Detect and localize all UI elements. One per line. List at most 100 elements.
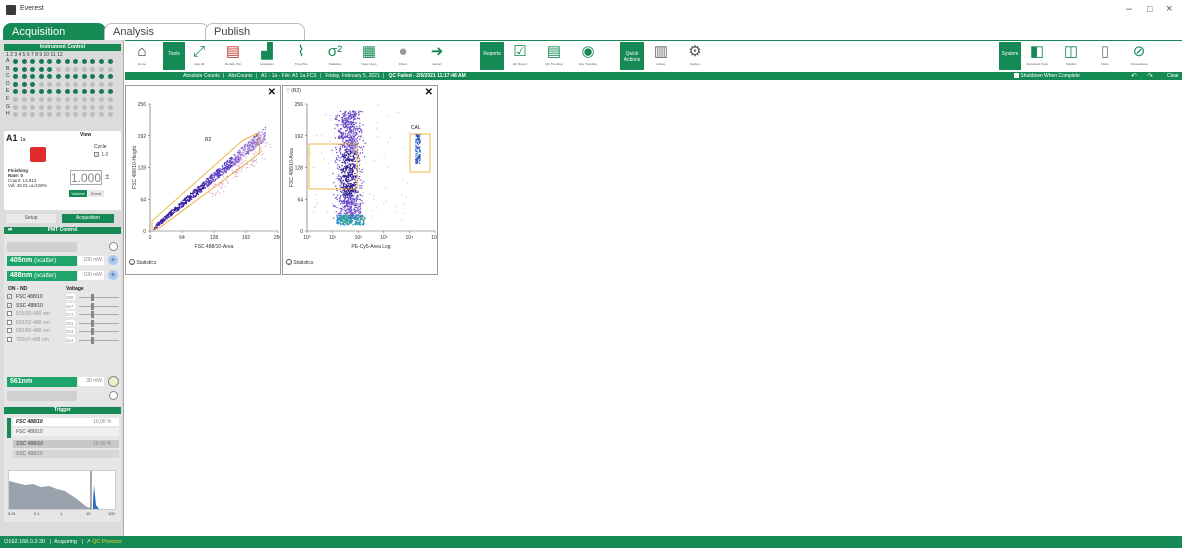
well-F4[interactable] bbox=[38, 97, 44, 102]
well-H5[interactable] bbox=[47, 112, 53, 118]
ribbon-temperature[interactable]: ⊘ Temperature bbox=[1127, 42, 1151, 71]
ribbon-view-comp[interactable]: ▦ View Comp bbox=[357, 42, 381, 71]
laser-561-power[interactable]: 30 mW bbox=[78, 377, 104, 386]
info-qc-status[interactable]: QC Failed - 2/5/2021 11:17:48 AM bbox=[388, 73, 465, 79]
well-C8[interactable] bbox=[73, 74, 79, 80]
well-D8[interactable] bbox=[73, 81, 79, 87]
well-E12[interactable] bbox=[107, 89, 113, 95]
ribbon-system-group[interactable]: System bbox=[999, 42, 1021, 70]
well-B6[interactable] bbox=[56, 66, 61, 72]
well-B11[interactable] bbox=[99, 66, 104, 72]
detector-voltage[interactable]: 308 bbox=[66, 294, 75, 300]
well-A7[interactable] bbox=[64, 59, 70, 64]
ribbon-auto-plot[interactable]: ⤢ Auto All bbox=[187, 42, 211, 71]
laser-488-mw[interactable]: 100 bbox=[83, 272, 91, 278]
well-C9[interactable] bbox=[81, 74, 87, 80]
well-D3[interactable] bbox=[30, 81, 36, 87]
well-B4[interactable] bbox=[38, 66, 44, 72]
voltage-slider[interactable] bbox=[79, 314, 119, 315]
density-plot-1[interactable]: 0 64 128 192 256 0 64 128 192 256 FSC 488/10-Area F… bbox=[126, 86, 280, 274]
well-D6[interactable] bbox=[56, 81, 61, 87]
well-A5[interactable] bbox=[47, 59, 53, 64]
well-C6[interactable] bbox=[56, 74, 61, 80]
well-H3[interactable] bbox=[30, 112, 36, 118]
detector-row[interactable]: 525/35-488 nm 573 bbox=[7, 311, 119, 318]
detector-row[interactable]: 692/80-488 nm 524 bbox=[7, 328, 119, 335]
laser-561-toggle[interactable] bbox=[108, 376, 119, 387]
laser-toggle-top[interactable] bbox=[109, 242, 118, 251]
well-B9[interactable] bbox=[81, 66, 87, 72]
well-B2[interactable] bbox=[21, 66, 27, 72]
trigger-row-1[interactable]: FSC 488/10 10.00 % bbox=[13, 418, 119, 426]
trigger-row-4[interactable]: SSC 488/10 bbox=[13, 450, 119, 458]
laser-488-add-icon[interactable]: + bbox=[108, 270, 118, 280]
ribbon-library[interactable]: ▥ Library bbox=[649, 42, 673, 71]
well-G2[interactable] bbox=[21, 104, 27, 110]
ribbon-sigma[interactable]: σ² Statistics bbox=[323, 42, 347, 71]
laser-405-power[interactable]: 100 mW bbox=[78, 256, 104, 265]
detector-checkbox[interactable] bbox=[7, 336, 12, 342]
shutdown-checkbox[interactable] bbox=[1014, 73, 1019, 79]
voltage-slider[interactable] bbox=[79, 331, 119, 332]
well-G4[interactable] bbox=[38, 104, 44, 110]
well-A2[interactable] bbox=[21, 59, 27, 64]
shutdown-when-complete[interactable]: Shutdown When Complete bbox=[1014, 73, 1080, 79]
trigger-threshold-1[interactable]: 10.00 bbox=[93, 419, 106, 425]
ribbon-drain[interactable]: ▯ Drain bbox=[1093, 42, 1117, 71]
detector-voltage[interactable]: 573 bbox=[66, 311, 75, 317]
cycle-field[interactable]: ✓ 1.0 bbox=[94, 152, 115, 160]
plot-window-2[interactable]: ▽ (R2) ✕ 10⁰10¹10²10³10⁴10⁵064128192256P… bbox=[282, 85, 438, 275]
external-link-icon[interactable]: ↗ bbox=[86, 539, 91, 545]
trigger-histogram[interactable] bbox=[8, 470, 116, 510]
well-H10[interactable] bbox=[90, 112, 96, 118]
detector-checkbox[interactable]: ✓ bbox=[7, 294, 12, 300]
well-E1[interactable] bbox=[13, 89, 18, 95]
volume-button[interactable]: Volume bbox=[69, 190, 87, 197]
volume-input[interactable]: 1.000 bbox=[70, 170, 102, 185]
ribbon-reports-group[interactable]: Reports bbox=[480, 42, 504, 70]
well-E9[interactable] bbox=[81, 89, 87, 95]
well-A9[interactable] bbox=[81, 59, 87, 64]
voltage-slider[interactable] bbox=[79, 322, 119, 324]
voltage-slider-handle[interactable] bbox=[91, 328, 94, 335]
laser-405-add-icon[interactable]: + bbox=[108, 255, 118, 265]
well-D7[interactable] bbox=[64, 81, 70, 87]
well-D10[interactable] bbox=[90, 81, 96, 87]
well-G12[interactable] bbox=[107, 104, 113, 110]
well-C12[interactable] bbox=[107, 74, 113, 80]
well-F2[interactable] bbox=[21, 97, 27, 102]
well-E6[interactable] bbox=[56, 89, 61, 95]
well-E7[interactable] bbox=[64, 89, 70, 95]
voltage-slider-handle[interactable] bbox=[91, 311, 94, 318]
tab-analysis[interactable]: Analysis bbox=[104, 23, 209, 40]
ribbon-qc-trending[interactable]: ▤ QC Trending bbox=[542, 42, 566, 71]
well-A10[interactable] bbox=[90, 59, 96, 64]
info-absolute-counts[interactable]: Absolute Counts bbox=[183, 73, 220, 79]
ribbon-histogram[interactable]: ▟ Histogram bbox=[255, 42, 279, 71]
well-G7[interactable] bbox=[64, 104, 70, 110]
well-D4[interactable] bbox=[38, 81, 44, 87]
chevron-down-icon[interactable]: ⌄ bbox=[129, 259, 135, 265]
voltage-slider-handle[interactable] bbox=[91, 294, 94, 301]
well-F8[interactable] bbox=[73, 97, 79, 102]
trigger-expand-handle[interactable] bbox=[7, 418, 11, 438]
well-C1[interactable] bbox=[13, 74, 18, 80]
well-G3[interactable] bbox=[30, 104, 36, 110]
well-F10[interactable] bbox=[90, 97, 96, 102]
well-G5[interactable] bbox=[47, 104, 53, 110]
event-button[interactable]: Event bbox=[88, 190, 104, 197]
ribbon-density-plot[interactable]: ▤ Density Plot bbox=[221, 42, 245, 71]
detector-row[interactable]: ✓ SSC 488/10 457 bbox=[7, 302, 119, 310]
well-B3[interactable] bbox=[30, 66, 36, 72]
laser-toggle-bottom[interactable] bbox=[109, 391, 118, 400]
ribbon-filter[interactable]: ● Filters bbox=[391, 42, 415, 71]
well-H9[interactable] bbox=[81, 112, 87, 118]
ribbon-export[interactable]: ➜ Export bbox=[425, 42, 449, 71]
clear-button[interactable]: Clear bbox=[1167, 73, 1179, 79]
statistics-toggle[interactable]: ⌄ Statistics bbox=[286, 259, 313, 266]
laser-405[interactable]: 405nm (scatter) bbox=[7, 256, 77, 266]
well-H12[interactable] bbox=[107, 112, 113, 118]
well-F5[interactable] bbox=[47, 97, 53, 102]
cycle-checkbox[interactable]: ✓ bbox=[94, 152, 99, 157]
well-G10[interactable] bbox=[90, 104, 96, 110]
